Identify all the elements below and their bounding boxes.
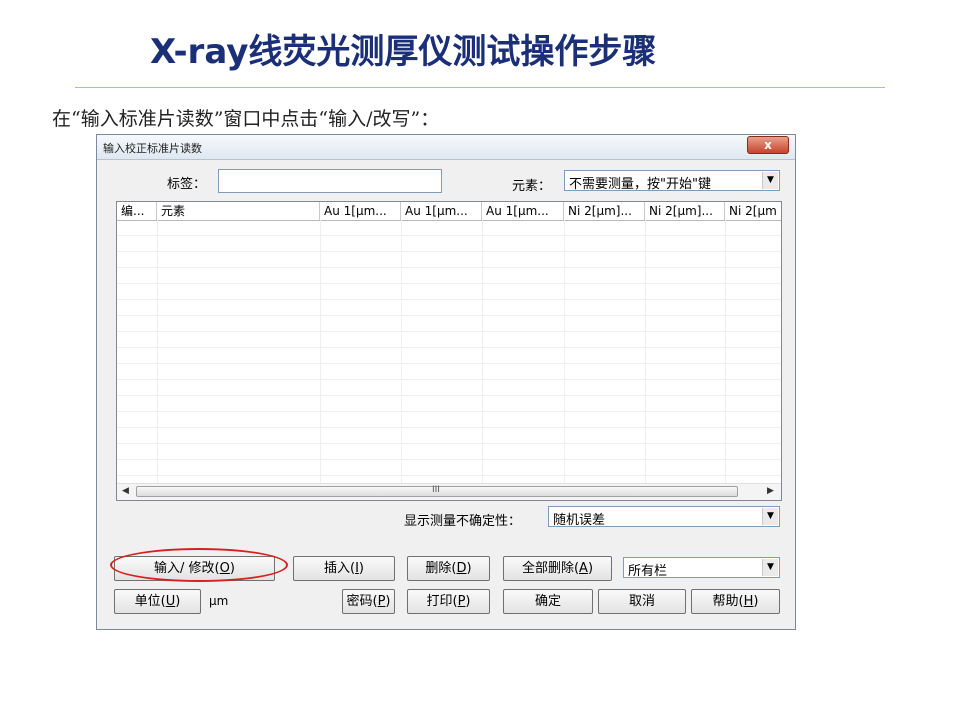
delete-all-button[interactable]: 全部删除(A) xyxy=(503,556,612,581)
uncertainty-label: 显示测量不确定性： xyxy=(404,514,522,529)
delete-all-end: ) xyxy=(587,561,594,576)
unit-value: µm xyxy=(209,594,229,608)
close-icon: x xyxy=(764,138,772,152)
column-divider xyxy=(482,220,483,484)
table-row[interactable] xyxy=(117,364,781,380)
print-label: 打印( xyxy=(426,594,458,609)
print-button[interactable]: 打印(P) xyxy=(407,589,490,614)
table-row[interactable] xyxy=(117,412,781,428)
horizontal-scrollbar[interactable]: ◀ III ▶ xyxy=(117,483,781,500)
table-row[interactable] xyxy=(117,444,781,460)
ok-button[interactable]: 确定 xyxy=(503,589,593,614)
unit-label: 单位( xyxy=(134,594,166,609)
column-header-ni2-c[interactable]: Ni 2[µm xyxy=(725,202,781,220)
table-row[interactable] xyxy=(117,252,781,268)
insert-label: 插入( xyxy=(324,561,356,576)
highlight-ellipse xyxy=(110,548,288,582)
scroll-right-icon[interactable]: ▶ xyxy=(767,486,774,496)
table-row[interactable] xyxy=(117,396,781,412)
column-header-au1-b[interactable]: Au 1[µm... xyxy=(401,202,482,220)
delete-all-key: A xyxy=(579,561,588,576)
insert-button[interactable]: 插入(I) xyxy=(293,556,395,581)
ok-label: 确定 xyxy=(534,594,561,609)
insert-end: ) xyxy=(358,561,364,576)
help-button[interactable]: 帮助(H) xyxy=(691,589,780,614)
password-button[interactable]: 密码(P) xyxy=(342,589,395,614)
element-select[interactable]: 不需要测量，按"开始"键 ▼ xyxy=(564,170,780,192)
title-divider xyxy=(75,87,885,88)
table-row[interactable] xyxy=(117,300,781,316)
element-label: 元素： xyxy=(512,179,552,194)
table-row[interactable] xyxy=(117,460,781,476)
column-header-ni2-a[interactable]: Ni 2[µm]... xyxy=(564,202,645,220)
element-select-value: 不需要测量，按"开始"键 xyxy=(569,177,711,192)
dropdown-arrow-icon[interactable]: ▼ xyxy=(762,559,778,576)
column-divider xyxy=(401,220,402,484)
uncertainty-select-value: 随机误差 xyxy=(553,513,606,528)
cancel-label: 取消 xyxy=(628,594,655,609)
column-divider xyxy=(157,220,158,484)
delete-all-label: 全部删除( xyxy=(521,561,580,576)
unit-key: U xyxy=(165,594,176,609)
column-divider xyxy=(645,220,646,484)
table-row[interactable] xyxy=(117,428,781,444)
scrollbar-thumb[interactable]: III xyxy=(136,485,738,497)
scroll-left-icon[interactable]: ◀ xyxy=(122,486,129,496)
dropdown-arrow-icon[interactable]: ▼ xyxy=(762,508,778,525)
table-row[interactable] xyxy=(117,284,781,300)
cancel-button[interactable]: 取消 xyxy=(598,589,686,614)
column-header-au1-c[interactable]: Au 1[µm... xyxy=(482,202,564,220)
column-filter-select[interactable]: 所有栏 ▼ xyxy=(623,557,780,579)
table-row[interactable] xyxy=(117,236,781,252)
password-end: ) xyxy=(385,594,391,609)
slide-title: X-ray线荧光测厚仪测试操作步骤 xyxy=(150,32,657,72)
scrollbar-grip: III xyxy=(432,485,440,495)
unit-button[interactable]: 单位(U) xyxy=(114,589,201,614)
table-row[interactable] xyxy=(117,268,781,284)
dialog-title: 输入校正标准片读数 xyxy=(103,142,202,155)
instruction-text: 在“输入标准片读数”窗口中点击“输入/改写”： xyxy=(52,108,440,130)
dropdown-arrow-icon[interactable]: ▼ xyxy=(762,172,778,189)
table-row[interactable] xyxy=(117,380,781,396)
help-end: ) xyxy=(753,594,759,609)
delete-key: D xyxy=(456,561,467,576)
column-header-ni2-b[interactable]: Ni 2[µm]... xyxy=(645,202,725,220)
delete-button[interactable]: 删除(D) xyxy=(407,556,490,581)
column-filter-value: 所有栏 xyxy=(628,564,668,579)
table-row[interactable] xyxy=(117,332,781,348)
table-row[interactable] xyxy=(117,316,781,332)
column-header-element[interactable]: 元素 xyxy=(157,202,320,220)
dialog-titlebar[interactable]: 输入校正标准片读数 x xyxy=(97,135,795,160)
table-row[interactable] xyxy=(117,348,781,364)
standards-table[interactable]: 编... 元素 Au 1[µm... Au 1[µm... Au 1[µm...… xyxy=(116,201,782,501)
close-button[interactable]: x xyxy=(747,136,789,154)
help-key: H xyxy=(743,594,754,609)
password-label: 密码( xyxy=(346,594,378,609)
column-divider xyxy=(725,220,726,484)
table-header: 编... 元素 Au 1[µm... Au 1[µm... Au 1[µm...… xyxy=(117,202,781,221)
column-divider xyxy=(564,220,565,484)
column-header-au1-a[interactable]: Au 1[µm... xyxy=(320,202,401,220)
delete-end: ) xyxy=(466,561,472,576)
delete-label: 删除( xyxy=(425,561,457,576)
tag-label: 标签： xyxy=(167,177,207,192)
help-label: 帮助( xyxy=(712,594,744,609)
column-header-number[interactable]: 编... xyxy=(117,202,157,220)
print-end: ) xyxy=(465,594,471,609)
tag-input[interactable] xyxy=(218,169,442,193)
unit-end: ) xyxy=(175,594,181,609)
uncertainty-select[interactable]: 随机误差 ▼ xyxy=(548,506,780,528)
table-row[interactable] xyxy=(117,220,781,236)
column-divider xyxy=(320,220,321,484)
